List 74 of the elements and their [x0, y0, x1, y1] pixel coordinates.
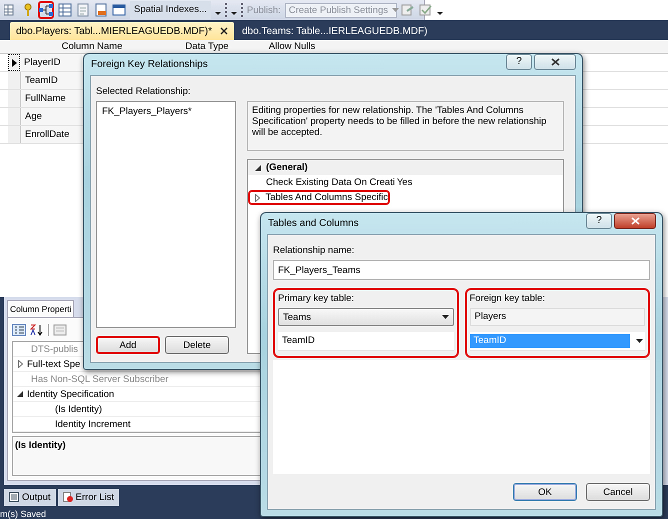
caret-icon: [442, 314, 448, 320]
property-label: DTS-publis: [30, 344, 78, 354]
dialog-button[interactable]: Delete: [165, 336, 229, 354]
key-icon[interactable]: [22, 3, 34, 17]
close-button[interactable]: [534, 54, 576, 70]
sheet-icon[interactable]: [94, 3, 108, 17]
relationship-list[interactable]: FK_Players_Players*: [96, 101, 236, 328]
column-header: Allow Nulls: [268, 41, 316, 53]
column-header: Data Type: [184, 41, 230, 53]
tool-tab[interactable]: Output: [4, 488, 56, 506]
row-selector[interactable]: [8, 54, 20, 71]
field-label: Foreign key table:: [470, 293, 546, 304]
table-dropdown[interactable]: Teams: [278, 308, 454, 326]
table-cell[interactable]: FullName: [21, 90, 83, 107]
name-field[interactable]: FK_Players_Teams: [273, 260, 650, 280]
property-label: Has Non-SQL Server Subscriber: [30, 374, 168, 384]
checklist-icon[interactable]: [418, 3, 433, 17]
property-label: Full-text Spe: [27, 358, 80, 370]
collapsed-icon[interactable]: [255, 194, 260, 202]
dialog-button[interactable]: Cancel: [586, 483, 650, 501]
field-label: Primary key table:: [278, 293, 356, 304]
table-cell[interactable]: TeamID: [21, 72, 83, 89]
property-row[interactable]: Tables And Columns Specific: [248, 190, 390, 205]
sheet-icon[interactable]: [76, 3, 90, 17]
close-icon[interactable]: [550, 58, 560, 66]
panel-tab[interactable]: Column Properti: [7, 300, 74, 317]
close-button[interactable]: [614, 212, 656, 228]
field-label: Selected Relationship:: [96, 86, 192, 97]
field-label: Relationship name:: [273, 245, 356, 256]
dialog-button[interactable]: OK: [513, 483, 577, 501]
table-field: Players: [470, 308, 645, 326]
column-cell[interactable]: TeamID: [278, 332, 454, 351]
property-label: Identity Increment: [54, 418, 131, 430]
property-label: Tables And Columns Specific: [265, 192, 388, 203]
grid-icon[interactable]: [4, 3, 14, 17]
document-tab[interactable]: dbo.Teams: Table...IERLEAGUEDB.MDF): [236, 22, 434, 40]
tab-label: Output: [22, 492, 51, 502]
table-cell[interactable]: PlayerID: [20, 54, 82, 71]
table-cell[interactable]: Age: [21, 108, 83, 125]
column-header: Column Name: [60, 41, 124, 53]
close-icon[interactable]: [220, 27, 228, 35]
sort-icon[interactable]: [30, 324, 44, 336]
dialog-title: Foreign Key Relationships: [90, 59, 209, 70]
expanded-icon[interactable]: [255, 164, 261, 170]
help-button[interactable]: ?: [586, 212, 612, 228]
table-icon[interactable]: [58, 3, 72, 17]
help-button[interactable]: ?: [506, 54, 532, 70]
error-icon: [62, 492, 73, 502]
property-label: Check Existing Data On Creati: [266, 177, 395, 188]
description-title: (Is Identity): [15, 440, 67, 451]
spatial-indexes-button[interactable]: Spatial Indexes...: [130, 1, 211, 19]
publish-label: Publish:: [246, 4, 281, 16]
window-icon[interactable]: [112, 3, 126, 17]
document-tab[interactable]: dbo.Players: Tabl...MIERLEAGUEDB.MDF)*: [10, 22, 234, 40]
property-label: Identity Specification: [27, 388, 114, 400]
description-text: Editing properties for new relationship. The 'Tables And Columns Specification' property needs to be filled in before the new relationship will be accepted.: [247, 101, 564, 151]
hierarchy-icon[interactable]: [39, 4, 53, 16]
dialog-title: Tables and Columns: [267, 218, 360, 229]
table-cell[interactable]: EnrollDate: [21, 126, 83, 143]
property-value: Yes: [396, 177, 412, 188]
list-item[interactable]: FK_Players_Players*: [102, 106, 230, 117]
pages-icon[interactable]: [53, 324, 67, 336]
property-label: (Is Identity): [54, 404, 102, 414]
tab-label: Error List: [76, 492, 114, 502]
dialog-button[interactable]: Add: [96, 336, 160, 354]
property-label: (General): [266, 162, 308, 173]
categorized-icon[interactable]: [12, 324, 26, 336]
current-row-icon: [12, 58, 16, 66]
output-icon: [9, 492, 19, 502]
tool-tab[interactable]: Error List: [58, 488, 120, 506]
caret-icon: [392, 8, 399, 12]
caret-icon: [636, 338, 643, 344]
collapsed-icon[interactable]: [18, 360, 22, 368]
expanded-icon[interactable]: [17, 391, 23, 397]
